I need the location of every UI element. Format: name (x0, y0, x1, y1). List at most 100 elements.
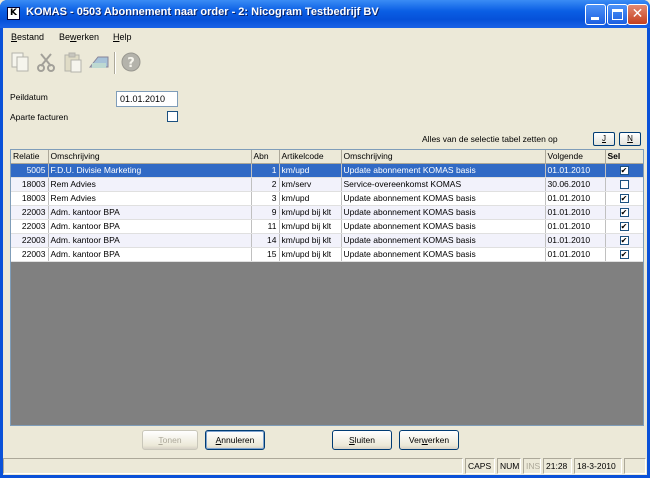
cell-artikelcode[interactable]: km/upd bij klt (279, 205, 342, 220)
verwerken-button[interactable]: Verwerken (399, 430, 459, 450)
cut-icon[interactable] (36, 51, 58, 73)
cell-artikelcode[interactable]: km/upd (279, 163, 342, 178)
sel-checkbox[interactable]: ✔ (619, 208, 629, 218)
selectie-instructie: Alles van de selectie tabel zetten op (422, 134, 558, 144)
cell-artikelcode[interactable]: km/upd bij klt (279, 219, 342, 234)
col-artikelcode[interactable]: Artikelcode (279, 150, 342, 164)
cell-relatie[interactable]: 5005 (11, 163, 49, 178)
tonen-post: onen (162, 435, 182, 445)
menu-bestand[interactable]: Bestand (11, 32, 44, 42)
cell-relatie[interactable]: 22003 (11, 247, 49, 262)
table-row[interactable]: 18003 Rem Advies 2 km/serv Service-overeenko… (11, 177, 643, 192)
cell-volgende[interactable]: 01.01.2010 (545, 233, 606, 248)
menu-help[interactable]: Help (113, 32, 132, 42)
cell-omschrijving[interactable]: Rem Advies (48, 191, 252, 206)
paste-icon[interactable] (62, 51, 84, 73)
menu-bewerken[interactable]: Bewerken (59, 32, 99, 42)
minimize-button[interactable] (585, 4, 606, 25)
cell-omschrijving[interactable]: Adm. kantoor BPA (48, 233, 252, 248)
set-all-n-button[interactable]: N (619, 132, 641, 146)
cell-abn[interactable]: 14 (251, 233, 280, 248)
size-grip[interactable] (624, 458, 646, 474)
peildatum-field[interactable]: 01.01.2010 (116, 91, 178, 107)
table-row[interactable]: 18003 Rem Advies 3 km/upd Update abonnement … (11, 191, 643, 206)
peildatum-label: Peildatum (10, 92, 48, 102)
maximize-button[interactable] (607, 4, 628, 25)
sel-checkbox[interactable]: ✔ (619, 250, 629, 260)
col-relatie[interactable]: Relatie (11, 150, 49, 164)
app-icon[interactable]: K (7, 7, 20, 20)
copy-icon[interactable] (9, 51, 31, 73)
cell-relatie[interactable]: 22003 (11, 205, 49, 220)
cell-volgende[interactable]: 01.01.2010 (545, 219, 606, 234)
sel-checkbox[interactable] (619, 180, 629, 190)
cell-sel: ✔ (605, 219, 643, 234)
cell-volgende[interactable]: 01.01.2010 (545, 205, 606, 220)
table-row[interactable]: 22003 Adm. kantoor BPA 14 km/upd bij klt Upd… (11, 233, 643, 248)
find-icon[interactable] (88, 51, 110, 73)
sel-checkbox[interactable]: ✔ (619, 222, 629, 232)
maximize-icon (612, 9, 623, 20)
sel-checkbox[interactable]: ✔ (619, 194, 629, 204)
selection-table: Relatie Omschrijving Abn Artikelcode Oms… (10, 149, 644, 426)
toolbar: ? (3, 47, 163, 78)
cell-relatie[interactable]: 22003 (11, 233, 49, 248)
cell-abn[interactable]: 2 (251, 177, 280, 192)
close-button[interactable]: ✕ (627, 4, 648, 25)
minimize-icon (591, 17, 599, 20)
cell-omschrijving[interactable]: Adm. kantoor BPA (48, 247, 252, 262)
aparte-facturen-label: Aparte facturen (10, 112, 69, 122)
col-volgende[interactable]: Volgende (545, 150, 606, 164)
cell-artikelcode[interactable]: km/upd bij klt (279, 233, 342, 248)
cell-abn[interactable]: 9 (251, 205, 280, 220)
cell-omschrijving-artikel[interactable]: Update abonnement KOMAS basis (341, 247, 546, 262)
cell-abn[interactable]: 15 (251, 247, 280, 262)
cell-omschrijving[interactable]: Adm. kantoor BPA (48, 219, 252, 234)
title-bar[interactable]: K KOMAS - 0503 Abonnement naar order - 2… (0, 0, 650, 28)
cell-relatie[interactable]: 18003 (11, 191, 49, 206)
cell-relatie[interactable]: 18003 (11, 177, 49, 192)
table-row[interactable]: 5005 F.D.U. Divisie Marketing 1 km/upd Updat… (11, 163, 643, 178)
cell-omschrijving-artikel[interactable]: Update abonnement KOMAS basis (341, 205, 546, 220)
cell-omschrijving-artikel[interactable]: Update abonnement KOMAS basis (341, 233, 546, 248)
col-omschrijving[interactable]: Omschrijving (48, 150, 252, 164)
tonen-button[interactable]: Tonen (142, 430, 198, 450)
table-row[interactable]: 22003 Adm. kantoor BPA 15 km/upd bij klt Upd… (11, 247, 643, 262)
col-omschrijving-artikel[interactable]: Omschrijving (341, 150, 546, 164)
col-sel[interactable]: Sel (605, 150, 643, 164)
aparte-facturen-checkbox[interactable] (167, 111, 178, 122)
table-row[interactable]: 22003 Adm. kantoor BPA 11 km/upd bij klt Upd… (11, 219, 643, 234)
cell-abn[interactable]: 11 (251, 219, 280, 234)
menu-bar: Bestand Bewerken Help (3, 29, 647, 46)
cell-omschrijving-artikel[interactable]: Update abonnement KOMAS basis (341, 191, 546, 206)
cell-omschrijving-artikel[interactable]: Update abonnement KOMAS basis (341, 219, 546, 234)
cell-volgende[interactable]: 01.01.2010 (545, 247, 606, 262)
cell-omschrijving-artikel[interactable]: Service-overeenkomst KOMAS (341, 177, 546, 192)
table-row[interactable]: 22003 Adm. kantoor BPA 9 km/upd bij klt Upda… (11, 205, 643, 220)
sluiten-button[interactable]: Sluiten (332, 430, 392, 450)
cell-abn[interactable]: 3 (251, 191, 280, 206)
cell-abn[interactable]: 1 (251, 163, 280, 178)
cell-omschrijving[interactable]: Rem Advies (48, 177, 252, 192)
cell-omschrijving[interactable]: F.D.U. Divisie Marketing (48, 163, 252, 178)
col-abn[interactable]: Abn (251, 150, 280, 164)
cell-volgende[interactable]: 01.01.2010 (545, 163, 606, 178)
cell-omschrijving-artikel[interactable]: Update abonnement KOMAS basis (341, 163, 546, 178)
set-all-j-label: J (602, 134, 606, 143)
help-icon[interactable]: ? (120, 51, 142, 73)
client-area: Bestand Bewerken Help ? Peildatum 01.01.… (3, 28, 647, 475)
cell-artikelcode[interactable]: km/serv (279, 177, 342, 192)
cell-volgende[interactable]: 01.01.2010 (545, 191, 606, 206)
set-all-j-button[interactable]: J (593, 132, 615, 146)
cell-artikelcode[interactable]: km/upd bij klt (279, 247, 342, 262)
cell-relatie[interactable]: 22003 (11, 219, 49, 234)
sel-checkbox[interactable]: ✔ (619, 236, 629, 246)
annuleren-button[interactable]: Annuleren (205, 430, 265, 450)
menu-bewerken-post: erken (76, 32, 100, 42)
cell-artikelcode[interactable]: km/upd (279, 191, 342, 206)
status-time: 21:28 (543, 458, 572, 474)
cell-volgende[interactable]: 30.06.2010 (545, 177, 606, 192)
cell-omschrijving[interactable]: Adm. kantoor BPA (48, 205, 252, 220)
sel-checkbox[interactable]: ✔ (619, 166, 629, 176)
status-caps: CAPS (465, 458, 495, 474)
